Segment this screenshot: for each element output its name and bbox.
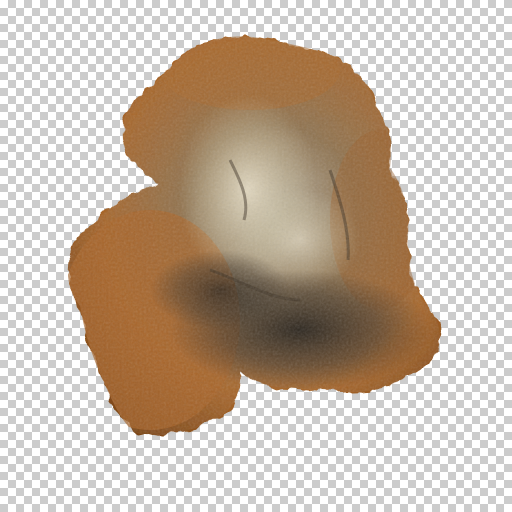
rock-image xyxy=(67,36,441,436)
transparency-checkerboard xyxy=(0,0,512,512)
